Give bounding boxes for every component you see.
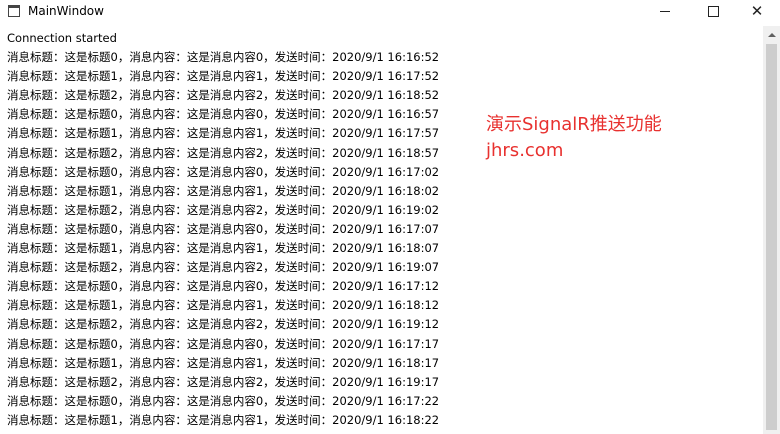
message-line: 消息标题：这是标题1，消息内容：这是消息内容1，发送时间：2020/9/1 16… [7, 126, 440, 141]
minimize-button[interactable] [642, 0, 688, 22]
message-line: 消息标题：这是标题2，消息内容：这是消息内容2，发送时间：2020/9/1 16… [7, 202, 440, 217]
message-line: 消息标题：这是标题2，消息内容：这是消息内容2，发送时间：2020/9/1 16… [7, 88, 440, 103]
message-line: 消息标题：这是标题1，消息内容：这是消息内容1，发送时间：2020/9/1 16… [7, 183, 440, 198]
message-line: 消息标题：这是标题2，消息内容：这是消息内容2，发送时间：2020/9/1 16… [7, 145, 440, 160]
message-line: 消息标题：这是标题1，消息内容：这是消息内容1，发送时间：2020/9/1 16… [7, 298, 440, 313]
window-app-icon [8, 5, 20, 17]
window-title: MainWindow [28, 4, 104, 18]
minimize-icon [660, 10, 670, 12]
message-line: 消息标题：这是标题2，消息内容：这是消息内容2，发送时间：2020/9/1 16… [7, 317, 440, 332]
message-line: 消息标题：这是标题0，消息内容：这是消息内容0，发送时间：2020/9/1 16… [7, 279, 440, 294]
title-bar[interactable]: MainWindow ✕ [0, 0, 780, 22]
close-button[interactable]: ✕ [734, 0, 780, 22]
message-log-area[interactable]: Connection started 消息标题：这是标题0，消息内容：这是消息内… [0, 26, 764, 434]
message-line: 消息标题：这是标题1，消息内容：这是消息内容1，发送时间：2020/9/1 16… [7, 412, 440, 427]
message-line: 消息标题：这是标题0，消息内容：这是消息内容0，发送时间：2020/9/1 16… [7, 164, 440, 179]
connection-status-text: Connection started [7, 31, 117, 45]
maximize-button[interactable] [690, 0, 736, 22]
message-line: 消息标题：这是标题0，消息内容：这是消息内容0，发送时间：2020/9/1 16… [7, 107, 440, 122]
message-log: Connection started 消息标题：这是标题0，消息内容：这是消息内… [7, 29, 439, 430]
arrow-up-icon [767, 32, 776, 37]
message-line: 消息标题：这是标题1，消息内容：这是消息内容1，发送时间：2020/9/1 16… [7, 241, 440, 256]
message-line: 消息标题：这是标题0，消息内容：这是消息内容0，发送时间：2020/9/1 16… [7, 393, 440, 408]
maximize-icon [707, 5, 719, 17]
scroll-up-button[interactable] [763, 26, 780, 43]
scrollbar-thumb[interactable] [766, 44, 777, 430]
message-line: 消息标题：这是标题1，消息内容：这是消息内容1，发送时间：2020/9/1 16… [7, 69, 440, 84]
watermark-site: jhrs.com [486, 140, 564, 161]
message-line: 消息标题：这是标题0，消息内容：这是消息内容0，发送时间：2020/9/1 16… [7, 336, 440, 351]
watermark-title: 演示SignalR推送功能 [486, 114, 662, 135]
message-line: 消息标题：这是标题0，消息内容：这是消息内容0，发送时间：2020/9/1 16… [7, 50, 440, 65]
message-line: 消息标题：这是标题2，消息内容：这是消息内容2，发送时间：2020/9/1 16… [7, 374, 440, 389]
message-line: 消息标题：这是标题0，消息内容：这是消息内容0，发送时间：2020/9/1 16… [7, 221, 440, 236]
message-line: 消息标题：这是标题1，消息内容：这是消息内容1，发送时间：2020/9/1 16… [7, 355, 440, 370]
watermark-caption: 演示SignalR推送功能 jhrs.com [486, 112, 662, 164]
vertical-scrollbar[interactable] [763, 26, 780, 434]
message-line: 消息标题：这是标题2，消息内容：这是消息内容2，发送时间：2020/9/1 16… [7, 260, 440, 275]
close-icon: ✕ [750, 1, 764, 20]
